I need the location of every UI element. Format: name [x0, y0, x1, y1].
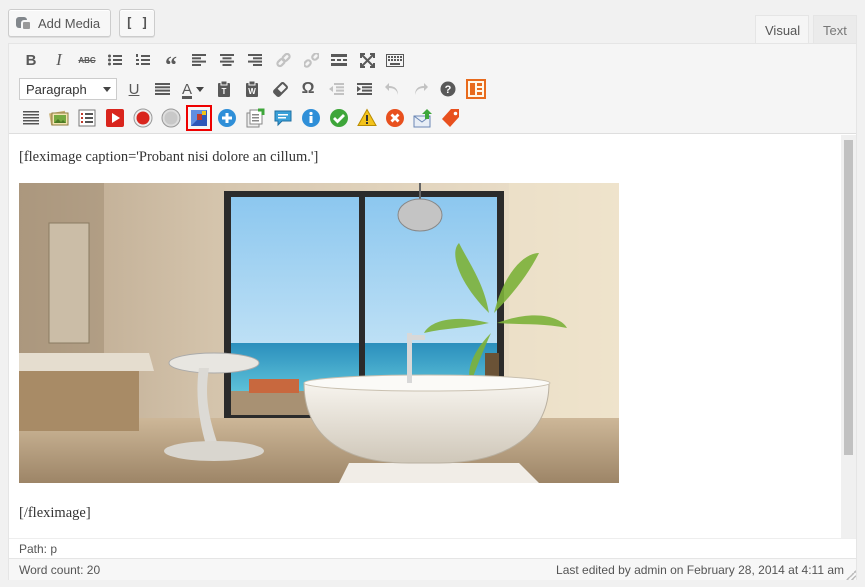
unlink-icon[interactable]	[297, 46, 325, 74]
path-bar: Path: p	[9, 538, 856, 558]
redo-icon[interactable]	[406, 75, 434, 103]
toolbar-row-3	[17, 104, 465, 132]
svg-text:T: T	[222, 87, 227, 96]
gray-circle-icon[interactable]	[157, 104, 185, 132]
help-icon[interactable]: ?	[434, 75, 462, 103]
check-icon[interactable]	[325, 104, 353, 132]
bathroom-image[interactable]	[19, 183, 619, 483]
paste-text-icon[interactable]: T	[210, 75, 238, 103]
tab-text[interactable]: Text	[813, 15, 857, 44]
strikethrough-icon[interactable]: ABC	[73, 46, 101, 74]
undo-icon[interactable]	[378, 75, 406, 103]
special-character-icon[interactable]: Ω	[294, 75, 322, 103]
align-left-icon[interactable]	[185, 46, 213, 74]
eraser-icon[interactable]	[266, 75, 294, 103]
mail-upload-icon[interactable]	[409, 104, 437, 132]
svg-text:W: W	[248, 87, 256, 96]
paste-word-icon[interactable]: W	[238, 75, 266, 103]
italic-icon[interactable]: I	[45, 46, 73, 74]
kitchen-sink-icon[interactable]	[381, 46, 409, 74]
add-media-button[interactable]: Add Media	[8, 9, 111, 37]
warning-icon[interactable]	[353, 104, 381, 132]
editor-content[interactable]: [fleximage caption='Probant nisi dolore …	[9, 135, 841, 538]
toolbar-row-2: Paragraph U A T W Ω ?	[17, 75, 490, 103]
add-media-label: Add Media	[38, 15, 101, 31]
bullet-list-icon[interactable]	[101, 46, 129, 74]
link-icon[interactable]	[269, 46, 297, 74]
fleximage-icon[interactable]	[185, 104, 213, 132]
align-right-icon[interactable]	[241, 46, 269, 74]
plus-circle-icon[interactable]	[213, 104, 241, 132]
indent-icon[interactable]	[350, 75, 378, 103]
format-select[interactable]: Paragraph	[19, 78, 117, 100]
numbered-list-icon[interactable]	[129, 46, 157, 74]
justify-icon[interactable]	[148, 75, 176, 103]
editor-toolbar: B I ABC “ Paragraph U A T W Ω ?	[9, 44, 856, 134]
layout-icon[interactable]	[462, 75, 490, 103]
content-scrollbar[interactable]	[841, 135, 856, 538]
grid-icon[interactable]	[17, 104, 45, 132]
media-icon	[16, 15, 32, 31]
format-select-value: Paragraph	[26, 81, 87, 97]
word-count: Word count: 20	[19, 563, 101, 577]
read-more-icon[interactable]	[325, 46, 353, 74]
shortcode-open-text: [fleximage caption='Probant nisi dolore …	[19, 149, 319, 165]
shortcode-close-text: [/fleximage]	[19, 505, 91, 521]
align-center-icon[interactable]	[213, 46, 241, 74]
status-bar: Word count: 20 Last edited by admin on F…	[9, 558, 856, 580]
info-icon[interactable]	[297, 104, 325, 132]
tab-visual[interactable]: Visual	[755, 15, 809, 45]
youtube-icon[interactable]	[101, 104, 129, 132]
resize-grip-icon[interactable]	[846, 570, 856, 580]
last-edited: Last edited by admin on February 28, 201…	[556, 563, 844, 577]
text-color-icon[interactable]: A	[176, 75, 210, 103]
image-gallery-icon[interactable]	[45, 104, 73, 132]
outdent-icon[interactable]	[322, 75, 350, 103]
record-icon[interactable]	[129, 104, 157, 132]
bold-icon[interactable]: B	[17, 46, 45, 74]
tag-icon[interactable]	[437, 104, 465, 132]
svg-text:?: ?	[445, 84, 452, 96]
toolbar-row-1: B I ABC “	[17, 46, 409, 78]
chevron-down-icon	[103, 87, 111, 92]
fullscreen-icon[interactable]	[353, 46, 381, 74]
comment-icon[interactable]	[269, 104, 297, 132]
insert-document-icon[interactable]	[241, 104, 269, 132]
editor: B I ABC “ Paragraph U A T W Ω ? [flexima…	[8, 43, 857, 580]
list-icon[interactable]	[73, 104, 101, 132]
error-icon[interactable]	[381, 104, 409, 132]
underline-icon[interactable]: U	[120, 75, 148, 103]
shortcode-button[interactable]: [ ]	[119, 9, 155, 37]
blockquote-icon[interactable]: “	[157, 46, 185, 78]
scrollbar-thumb[interactable]	[844, 140, 853, 455]
